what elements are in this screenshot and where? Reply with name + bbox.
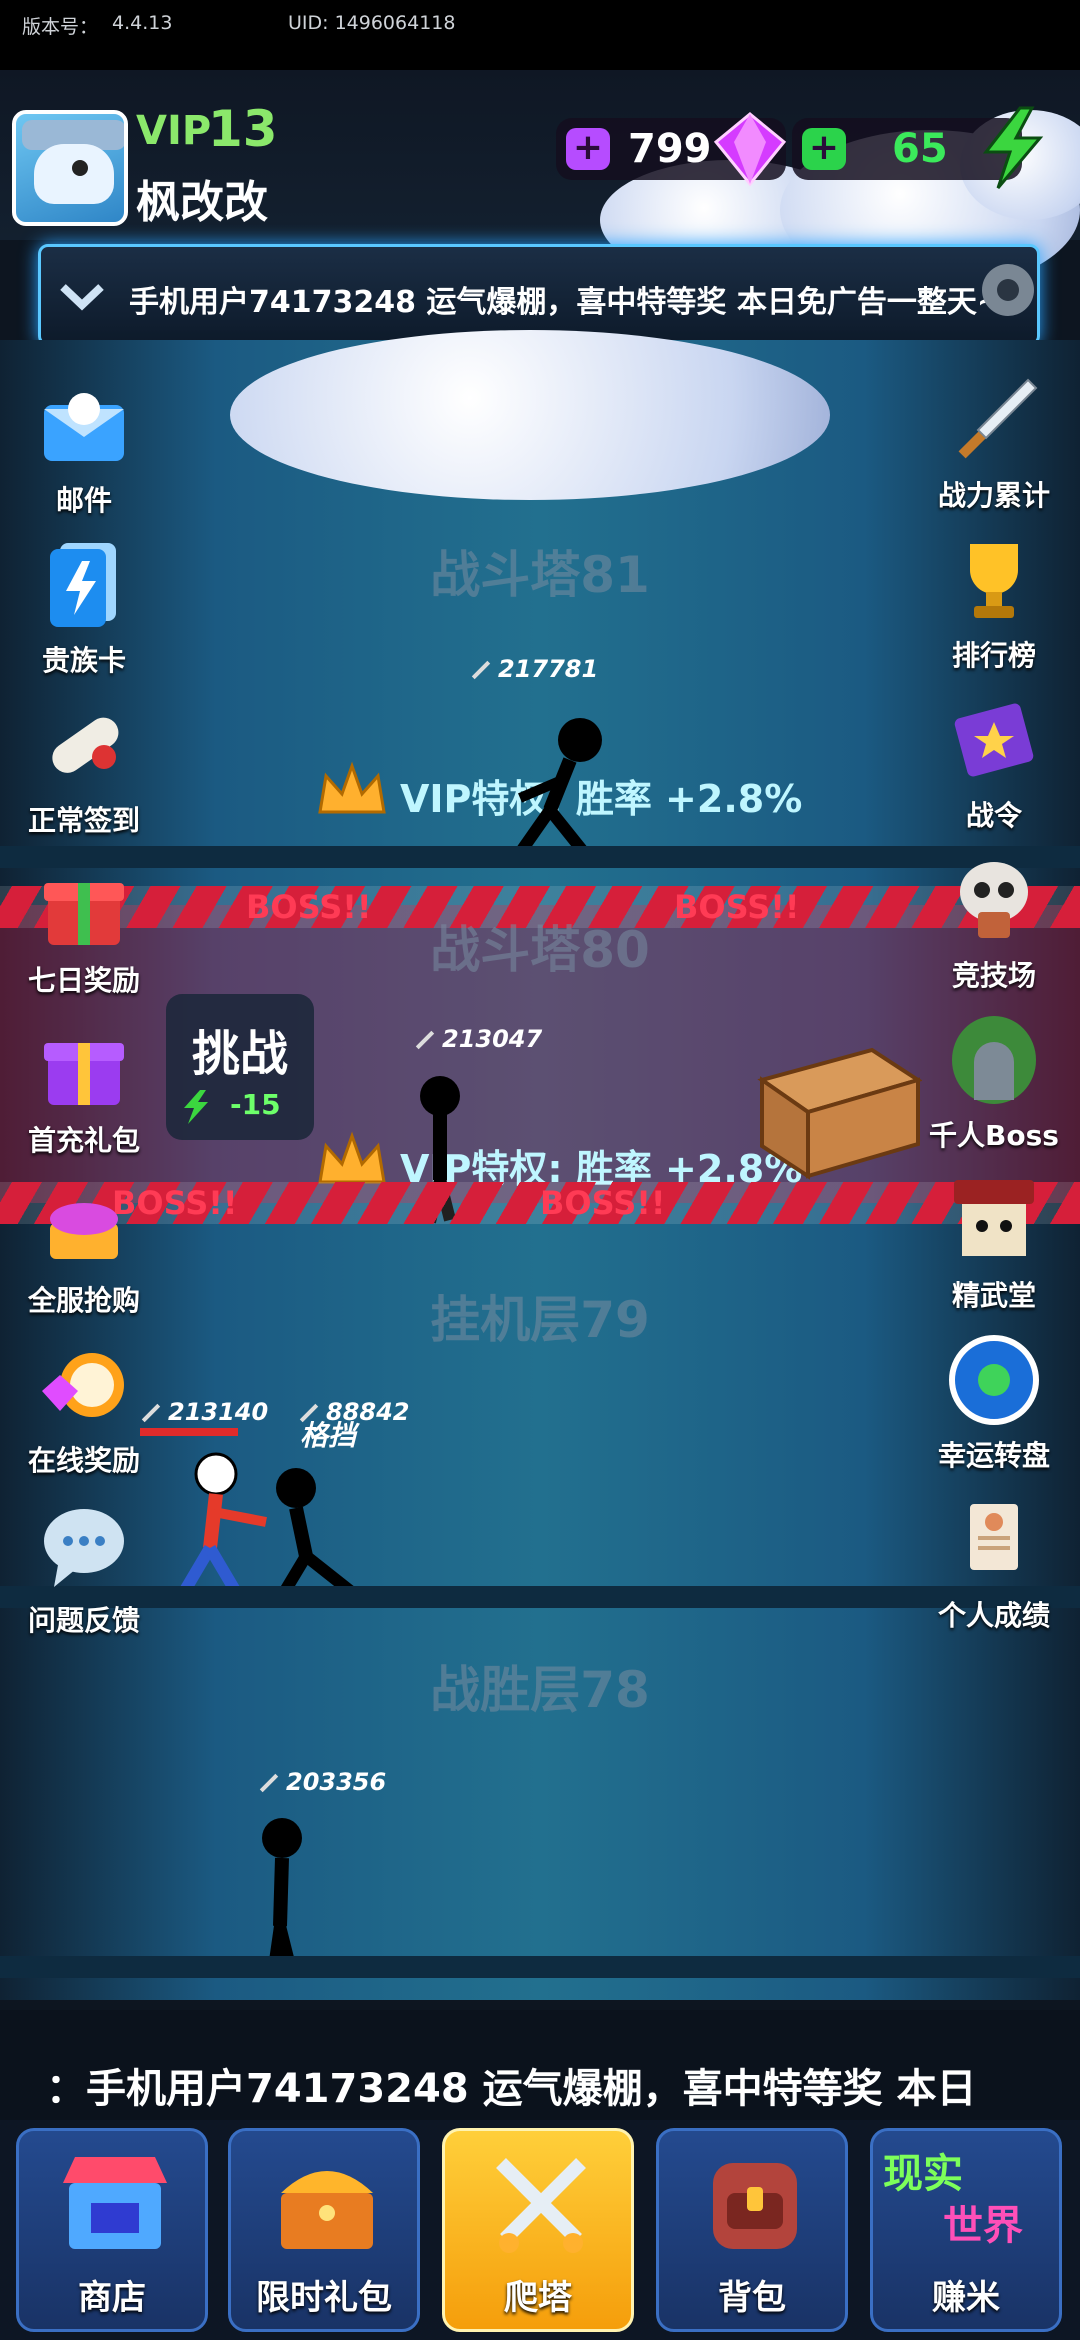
- mail-icon: [44, 393, 124, 461]
- treasure-icon: [50, 1203, 118, 1259]
- vip-label: VIP: [136, 108, 212, 154]
- floor-title-80: 战斗塔80: [430, 921, 650, 979]
- player-name: 枫改改: [136, 177, 268, 228]
- lightning-icon: [184, 1090, 208, 1124]
- noble-card-button[interactable]: 贵族卡: [14, 535, 154, 679]
- noble-card-icon: [50, 543, 116, 627]
- online-reward-button[interactable]: 在线奖励: [14, 1335, 154, 1479]
- trophy-icon: [970, 544, 1018, 618]
- tab-earn-money[interactable]: 现实 世界 赚米: [870, 2128, 1062, 2332]
- challenge-button[interactable]: 挑战 -15: [166, 994, 314, 1140]
- martial-hall-button[interactable]: 精武堂: [924, 1170, 1064, 1314]
- tab-limited-gift[interactable]: 限时礼包: [228, 2128, 420, 2332]
- boss-label: BOSS!!: [540, 1184, 666, 1222]
- crown-icon: [318, 1131, 386, 1184]
- settings-gear-icon[interactable]: [968, 250, 1048, 330]
- vip-level: 13: [208, 100, 278, 158]
- book-icon: [954, 703, 1034, 777]
- gem-amount: 799: [628, 126, 712, 172]
- enemy-power-80: 213047: [414, 1025, 542, 1053]
- tab-shop[interactable]: 商店: [16, 2128, 208, 2332]
- first-recharge-button[interactable]: 首充礼包: [14, 1015, 154, 1159]
- chevron-down-icon[interactable]: [57, 273, 107, 323]
- player-power: 213140: [140, 1398, 268, 1426]
- cave-door-icon: [952, 1016, 1036, 1104]
- feedback-button[interactable]: 问题反馈: [14, 1495, 154, 1639]
- lightning-icon: [982, 106, 1044, 189]
- top-notice-text: 手机用户74173248 运气爆棚，喜中特等奖 本日免广告一整天~: [129, 285, 1003, 320]
- challenge-label: 挑战: [191, 1026, 288, 1082]
- lucky-wheel-button[interactable]: 幸运转盘: [924, 1330, 1064, 1474]
- real-world-badge-line2: 世界: [943, 2203, 1023, 2249]
- sword-icon: [958, 378, 1038, 459]
- floor-title-79: 挂机层79: [430, 1291, 650, 1349]
- dojo-icon: [954, 1180, 1034, 1256]
- battle-pass-button[interactable]: 战令: [924, 690, 1064, 834]
- floor-title-78: 战胜层78: [430, 1661, 650, 1719]
- floor-title-81: 战斗塔81: [430, 546, 650, 604]
- personal-record-button[interactable]: 个人成绩: [924, 1490, 1064, 1634]
- block-text: 格挡: [300, 1419, 357, 1452]
- seven-day-reward-button[interactable]: 七日奖励: [14, 855, 154, 999]
- leaderboard-button[interactable]: 排行榜: [924, 530, 1064, 674]
- cloud-decoration: [230, 330, 830, 500]
- enemy-power-81: 217781: [470, 655, 598, 683]
- shop-icon: [63, 2157, 167, 2249]
- checkin-button[interactable]: 正常签到: [14, 695, 154, 839]
- real-world-badge-line1: 现实: [883, 2151, 963, 2197]
- server-flash-sale-button[interactable]: 全服抢购: [14, 1175, 154, 1319]
- skull-icon: [960, 862, 1028, 938]
- add-gems-button[interactable]: +: [566, 128, 610, 170]
- bottom-notice-text: ：手机用户74173248 运气爆棚，喜中特等奖 本日: [46, 2066, 977, 2112]
- report-icon: [970, 1504, 1018, 1570]
- clock-gem-icon: [42, 1353, 124, 1417]
- scroll-checkin-icon: [52, 717, 119, 773]
- avatar[interactable]: [12, 110, 128, 226]
- crossed-swords-icon: [496, 2158, 586, 2253]
- floor-divider: [0, 1956, 1080, 1978]
- energy-amount: 65: [892, 126, 948, 172]
- player-stickman[interactable]: [170, 1452, 280, 1602]
- enemy-power-78: 203356: [258, 1768, 386, 1796]
- gift-icon: [44, 883, 124, 945]
- tab-climb-tower[interactable]: 爬塔: [442, 2128, 634, 2332]
- version-label: 版本号：: [22, 16, 99, 38]
- mail-button[interactable]: 邮件: [14, 375, 154, 519]
- enemy-stickman[interactable]: [266, 1466, 366, 1606]
- add-energy-button[interactable]: +: [802, 128, 846, 170]
- backpack-icon: [713, 2163, 797, 2249]
- floor-divider: [0, 1586, 1080, 1608]
- floor-divider: [0, 846, 1080, 868]
- tab-backpack[interactable]: 背包: [656, 2128, 848, 2332]
- gem-icon: [713, 112, 787, 187]
- crown-icon: [318, 761, 386, 814]
- version-number: 4.4.13: [112, 12, 173, 34]
- power-accumulate-button[interactable]: 战力累计: [924, 370, 1064, 514]
- thousand-boss-button[interactable]: 千人Boss: [924, 1010, 1064, 1154]
- chest-icon: [281, 2171, 373, 2249]
- treasure-crate-icon[interactable]: [752, 1040, 922, 1180]
- uid-text: UID: 1496064118: [288, 12, 456, 34]
- status-bar: 版本号： 4.4.13 UID: 1496064118: [0, 0, 1080, 70]
- challenge-cost: -15: [230, 1088, 281, 1121]
- chat-bubble-icon: [44, 1509, 124, 1587]
- player-hp-bar: [140, 1428, 238, 1436]
- wheel-icon: [949, 1335, 1039, 1425]
- stickman-enemy-78[interactable]: [250, 1816, 320, 1976]
- purple-gift-icon: [44, 1043, 124, 1105]
- arena-button[interactable]: 竞技场: [924, 850, 1064, 994]
- stickman-enemy-81[interactable]: [500, 710, 620, 860]
